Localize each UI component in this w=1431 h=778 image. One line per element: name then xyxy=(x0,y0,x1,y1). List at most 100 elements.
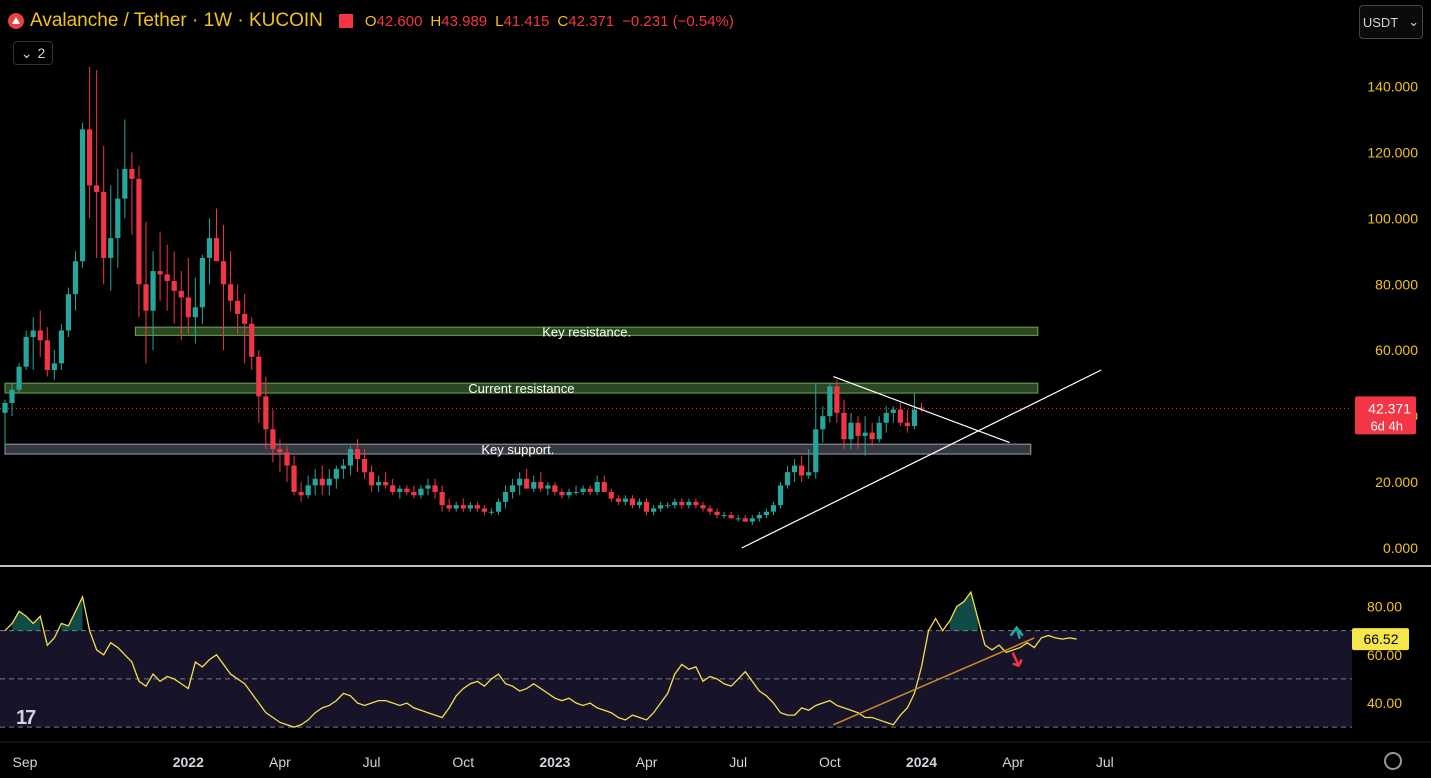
candle-body xyxy=(390,485,396,492)
last-price-value: 42.371 xyxy=(1368,400,1411,416)
candle-body xyxy=(897,409,903,423)
tradingview-logo: 17 xyxy=(16,707,36,729)
candle-body xyxy=(270,429,276,450)
candle-body xyxy=(108,238,114,258)
zone-label-3: Key support. xyxy=(481,442,554,457)
candle-body xyxy=(122,168,128,199)
price-change: −0.231 (−0.54%) xyxy=(622,12,734,30)
candle-body xyxy=(608,491,614,499)
candle-body xyxy=(841,412,847,440)
candle-body xyxy=(911,409,918,427)
time-axis-label: Oct xyxy=(819,754,841,770)
candle-body xyxy=(65,294,72,331)
trendline-1 xyxy=(741,369,1102,549)
candle-body xyxy=(495,501,502,512)
candle-body xyxy=(777,485,784,506)
candle-body xyxy=(827,386,833,417)
bar-countdown: 6d 4h xyxy=(1370,418,1403,433)
candle-body xyxy=(890,409,896,413)
chevron-down-icon: ⌄ xyxy=(1408,14,1420,29)
candle-body xyxy=(411,491,417,496)
candle-body xyxy=(143,284,149,311)
time-axis-label: Apr xyxy=(269,754,291,770)
symbol-title[interactable]: Avalanche / Tether · 1W · KUCOIN xyxy=(30,10,323,32)
candle-body xyxy=(643,501,650,512)
zone-label-1: Key resistance. xyxy=(542,324,631,339)
candle-body xyxy=(340,465,346,469)
candle-body xyxy=(235,300,241,314)
time-axis-label: Apr xyxy=(636,754,658,770)
candle-body xyxy=(312,478,318,486)
chart-canvas[interactable]: Key resistance. Current resistance Key sup… xyxy=(0,0,1431,778)
candle-body xyxy=(242,313,248,324)
candle-body xyxy=(467,505,473,509)
candle-body xyxy=(249,323,255,357)
candle-body xyxy=(742,518,748,522)
candle-body xyxy=(848,422,854,440)
candle-body xyxy=(213,238,220,262)
candle-body xyxy=(369,472,375,486)
candle-body xyxy=(354,449,361,459)
zone-label-2: Current resistance xyxy=(468,381,574,396)
candle-body xyxy=(538,482,544,489)
price-axis-label: 20.000 xyxy=(1375,474,1418,490)
rsi-axis-label: 80.00 xyxy=(1367,599,1402,615)
candle-body xyxy=(220,261,227,285)
time-axis-label: Jul xyxy=(1096,754,1114,770)
candle-body xyxy=(792,465,798,473)
currency-button[interactable]: USDT ⌄ xyxy=(1359,5,1423,39)
candle-body xyxy=(904,422,910,427)
candle-body xyxy=(101,191,107,258)
candle-body xyxy=(784,472,791,486)
candle-body xyxy=(820,416,826,430)
candle-body xyxy=(23,337,29,367)
candle-body xyxy=(735,518,741,520)
candle-body xyxy=(707,508,713,512)
chart-header: Avalanche / Tether · 1W · KUCOIN O42.600… xyxy=(8,8,734,34)
candle-body xyxy=(883,412,889,423)
candle-body xyxy=(517,478,523,486)
candle-body xyxy=(834,386,840,413)
candle-body xyxy=(651,508,657,512)
candle-body xyxy=(30,330,36,338)
candle-body xyxy=(150,271,156,311)
candle-body xyxy=(44,340,50,370)
candle-body xyxy=(326,478,332,486)
candle-body xyxy=(178,290,184,298)
candle-body xyxy=(199,257,205,308)
time-axis-label: 2024 xyxy=(906,754,937,770)
candle-body xyxy=(383,482,389,486)
candle-body xyxy=(524,478,530,489)
candle-body xyxy=(615,498,621,502)
candle-body xyxy=(672,501,678,506)
candle-body xyxy=(806,472,812,476)
price-axis-label: 140.000 xyxy=(1367,78,1418,94)
time-axis-label: Oct xyxy=(452,754,474,770)
candle-body xyxy=(418,488,424,496)
price-axis-label: 0.000 xyxy=(1383,540,1418,556)
candles xyxy=(2,66,925,525)
candle-body xyxy=(256,356,262,397)
candle-body xyxy=(510,485,516,492)
candle-body xyxy=(404,488,410,492)
candle-body xyxy=(869,432,875,440)
candle-body xyxy=(453,505,459,509)
candle-body xyxy=(228,284,234,301)
collapse-indicators-button[interactable]: ⌄ 2 xyxy=(13,41,53,65)
candle-body xyxy=(58,330,64,364)
candle-body xyxy=(9,389,15,403)
candle-body xyxy=(862,432,868,436)
candle-body xyxy=(686,501,692,506)
candle-body xyxy=(855,422,861,436)
candle-body xyxy=(129,168,135,179)
candle-body xyxy=(376,482,382,486)
candle-body xyxy=(439,491,445,506)
candle-body xyxy=(425,485,431,489)
candle-body xyxy=(284,452,290,466)
candle-body xyxy=(799,465,805,476)
candle-body xyxy=(594,482,600,492)
candle-body xyxy=(136,178,142,285)
price-axis-label: 80.000 xyxy=(1375,276,1418,292)
gear-icon[interactable] xyxy=(1384,752,1402,770)
candle-body xyxy=(714,511,720,516)
